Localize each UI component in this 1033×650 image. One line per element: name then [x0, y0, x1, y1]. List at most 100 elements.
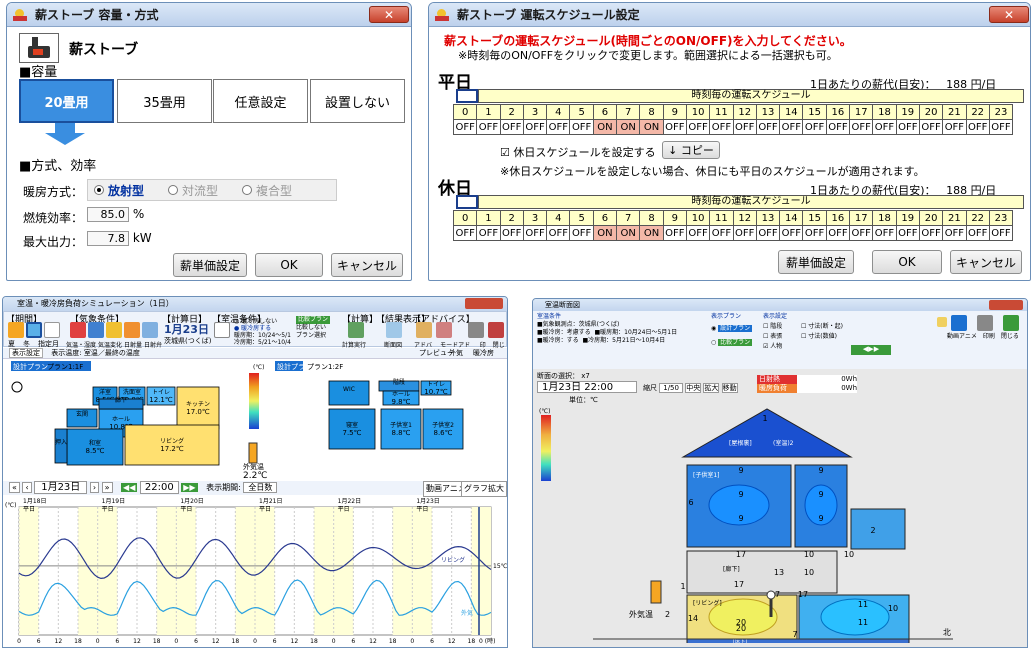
weekday-hour-12[interactable]: 12	[732, 104, 757, 120]
nav-time[interactable]: 22:00	[139, 481, 179, 494]
next-days-button[interactable]: »	[101, 482, 113, 493]
section-view-button[interactable]	[386, 322, 402, 338]
weekday-hour-6[interactable]: 6	[592, 104, 618, 120]
holiday-cell-17[interactable]: OFF	[849, 225, 874, 241]
method-convection-radio[interactable]: 対流型	[168, 182, 218, 199]
help-icon[interactable]	[937, 317, 947, 327]
nav-date[interactable]: 1月23日	[34, 481, 88, 494]
display-settings-tab[interactable]: 表示設定	[9, 348, 43, 358]
holiday-hour-22[interactable]: 22	[965, 210, 990, 226]
section-select[interactable]: 断面の選択： x7	[537, 371, 590, 381]
power-field[interactable]: 7.8 kW	[87, 231, 152, 246]
weekday-hour-15[interactable]: 15	[802, 104, 827, 120]
weekday-cell-8[interactable]: ON	[639, 119, 664, 135]
method-radiant-radio[interactable]: 放射型	[94, 182, 144, 199]
holiday-hour-3[interactable]: 3	[522, 210, 548, 226]
window-controls[interactable]	[989, 300, 1023, 310]
holiday-hour-0[interactable]: 0	[452, 210, 478, 226]
weekday-hour-23[interactable]: 23	[988, 104, 1014, 120]
holiday-cell-7[interactable]: ON	[616, 225, 641, 241]
compare-plan-button[interactable]: 比較プラン	[296, 316, 331, 324]
holiday-cell-8[interactable]: ON	[639, 225, 664, 241]
weekday-cell-9[interactable]: OFF	[662, 119, 687, 135]
center-button[interactable]: 中央	[685, 383, 702, 393]
weekday-hour-16[interactable]: 16	[825, 104, 851, 120]
weekday-hour-1[interactable]: 1	[476, 104, 501, 120]
no-compare-option[interactable]: 比較しない	[296, 324, 330, 332]
weekday-hour-10[interactable]: 10	[685, 104, 711, 120]
holiday-checkbox[interactable]: ☑ 休日スケジュールを設定する	[500, 144, 656, 160]
wood-price-button[interactable]: 薪単価設定	[778, 250, 854, 274]
holiday-hour-2[interactable]: 2	[499, 210, 524, 226]
holiday-hour-5[interactable]: 5	[569, 210, 594, 226]
holiday-cell-4[interactable]: OFF	[546, 225, 571, 241]
weekday-hour-7[interactable]: 7	[616, 104, 641, 120]
holiday-cell-13[interactable]: OFF	[755, 225, 781, 241]
weekday-cell-3[interactable]: OFF	[522, 119, 548, 135]
holiday-select-all[interactable]	[456, 195, 478, 209]
holiday-cell-16[interactable]: OFF	[825, 225, 851, 241]
prev-day-buttons[interactable]: «	[9, 482, 20, 493]
summer-button[interactable]	[8, 322, 24, 338]
sunlight-button[interactable]	[106, 322, 122, 338]
close-button[interactable]: ✕	[989, 6, 1029, 23]
weekday-hour-21[interactable]: 21	[942, 104, 967, 120]
holiday-hour-21[interactable]: 21	[942, 210, 967, 226]
scale-select[interactable]: 1/50	[659, 383, 683, 393]
check-person[interactable]: ☑ 人物	[763, 343, 799, 351]
weekday-select-all[interactable]	[456, 89, 478, 103]
weekday-cell-18[interactable]: OFF	[872, 119, 897, 135]
copy-button[interactable]: ↓ コピー	[662, 141, 720, 159]
holiday-cell-1[interactable]: OFF	[476, 225, 501, 241]
holiday-hour-12[interactable]: 12	[732, 210, 757, 226]
holiday-hour-4[interactable]: 4	[546, 210, 571, 226]
next-day-button[interactable]: ›	[89, 482, 100, 493]
weekday-hour-18[interactable]: 18	[872, 104, 897, 120]
winter-button[interactable]	[26, 322, 42, 338]
weekday-hour-22[interactable]: 22	[965, 104, 990, 120]
holiday-hour-20[interactable]: 20	[918, 210, 944, 226]
holiday-hour-16[interactable]: 16	[825, 210, 851, 226]
weekday-cell-17[interactable]: OFF	[849, 119, 874, 135]
holiday-cell-19[interactable]: OFF	[895, 225, 920, 241]
weekday-cell-5[interactable]: OFF	[569, 119, 594, 135]
weekday-hour-5[interactable]: 5	[569, 104, 594, 120]
weekday-hour-20[interactable]: 20	[918, 104, 944, 120]
ok-button[interactable]: OK	[255, 253, 323, 277]
holiday-hour-10[interactable]: 10	[685, 210, 711, 226]
plan-select-option[interactable]: プラン選択	[296, 332, 330, 340]
prev-day-button[interactable]: ‹	[22, 482, 32, 493]
zoom-button[interactable]: 拡大	[703, 383, 720, 393]
weekday-hour-0[interactable]: 0	[452, 104, 478, 120]
weekday-cell-16[interactable]: OFF	[825, 119, 851, 135]
weekday-cell-4[interactable]: OFF	[546, 119, 571, 135]
weekday-cell-23[interactable]: OFF	[988, 119, 1014, 135]
weekday-hour-8[interactable]: 8	[639, 104, 664, 120]
capacity-none-button[interactable]: 設置しない	[310, 79, 405, 123]
close-button[interactable]	[1003, 315, 1019, 331]
mode-advice-button[interactable]	[436, 322, 452, 338]
holiday-hour-9[interactable]: 9	[662, 210, 687, 226]
close-button[interactable]: ✕	[369, 6, 409, 23]
weekday-cell-1[interactable]: OFF	[476, 119, 501, 135]
holiday-cell-21[interactable]: OFF	[942, 225, 967, 241]
sun-valve-button[interactable]	[124, 322, 140, 338]
method-combined-radio[interactable]: 複合型	[242, 182, 292, 199]
advice-button[interactable]	[416, 322, 432, 338]
holiday-cell-3[interactable]: OFF	[522, 225, 548, 241]
weekday-hour-11[interactable]: 11	[709, 104, 734, 120]
weekday-hour-9[interactable]: 9	[662, 104, 687, 120]
weekday-cell-10[interactable]: OFF	[685, 119, 711, 135]
animation-button[interactable]	[951, 315, 967, 331]
weekday-hour-4[interactable]: 4	[546, 104, 571, 120]
holiday-cell-15[interactable]: OFF	[802, 225, 827, 241]
weekday-cell-0[interactable]: OFF	[452, 119, 478, 135]
prev-time-button[interactable]: ◀◀	[121, 483, 138, 492]
hvac-radio[interactable]: ● 暖冷房する	[234, 325, 291, 332]
holiday-hour-18[interactable]: 18	[872, 210, 897, 226]
holiday-hour-1[interactable]: 1	[476, 210, 501, 226]
close-icon[interactable]	[488, 322, 504, 338]
weekday-cell-6[interactable]: ON	[592, 119, 618, 135]
design-plan-radio[interactable]: ◉ 設計プラン	[711, 325, 753, 333]
holiday-cell-2[interactable]: OFF	[499, 225, 524, 241]
